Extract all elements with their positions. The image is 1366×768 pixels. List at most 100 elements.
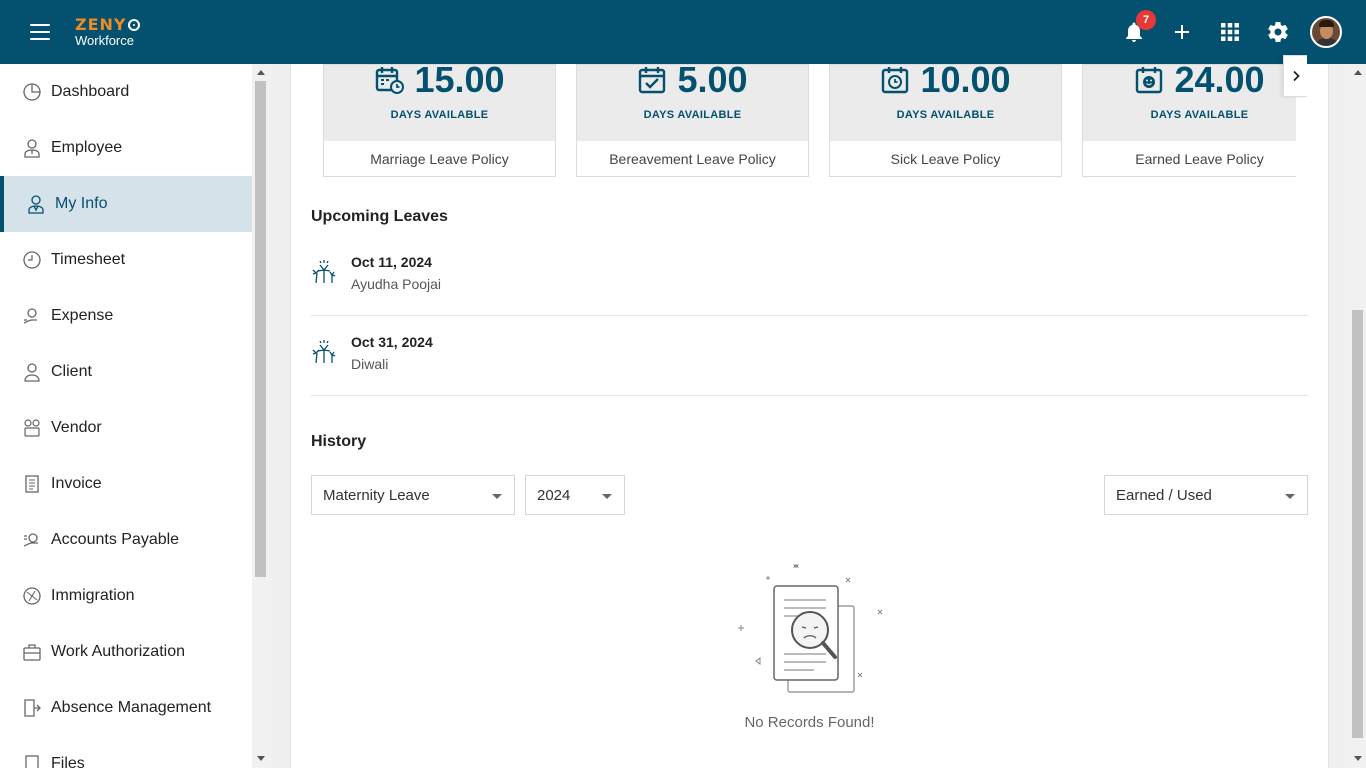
leave-card-bereavement[interactable]: 5.00 DAYS AVAILABLE Bereavement Leave Po… [576,59,809,177]
leave-policy-name: Earned Leave Policy [1135,151,1264,167]
upcoming-leave-item: Oct 11, 2024 Ayudha Poojai [311,236,1308,316]
leave-name: Diwali [351,356,389,372]
main-scrollbar-thumb[interactable] [1352,310,1363,738]
chevron-down-icon [492,494,502,499]
leave-balance-value: 15.00 [414,59,505,100]
leave-date: Oct 31, 2024 [351,334,433,350]
calendar-check-icon [639,67,666,94]
days-available-label: DAYS AVAILABLE [1150,109,1249,121]
logo-text: ZENY [75,15,127,34]
leave-policy-name: Bereavement Leave Policy [609,151,776,167]
employee-icon [24,139,40,158]
sidebar-item-label: Dashboard [51,83,130,100]
leave-type-value: Maternity Leave [323,487,430,504]
timesheet-icon [23,251,41,269]
sidebar-scrollbar-thumb[interactable] [255,81,266,577]
leave-balance-value: 5.00 [677,59,748,100]
sidebar-item-employee[interactable]: Employee [0,120,252,176]
chevron-down-icon [602,494,612,499]
leave-date: Oct 11, 2024 [351,254,432,270]
fireworks-icon [312,260,336,284]
sidebar-item-dashboard[interactable]: Dashboard [0,64,252,120]
leave-type-select[interactable]: Maternity Leave [311,475,515,515]
leave-card-sick[interactable]: 10.00 DAYS AVAILABLE Sick Leave Policy [829,59,1062,177]
leave-balance-value: 10.00 [920,59,1011,100]
leave-policy-name: Marriage Leave Policy [370,151,509,167]
scroll-up-arrow-icon[interactable] [1354,70,1362,75]
logo-mark-icon [127,19,140,31]
calendar-clock-icon [376,67,405,94]
scroll-down-arrow-icon[interactable] [1354,756,1362,761]
sidebar-item-label: Absence Management [51,699,212,716]
sidebar-item-label: Immigration [51,587,135,604]
no-records-text: No Records Found! [744,714,875,731]
settings-gear-icon[interactable] [1266,20,1290,44]
sidebar-item-invoice[interactable]: Invoice [0,456,252,512]
top-bar: ZENY Workforce 7 [0,0,1366,64]
calendar-smile-icon [1136,67,1163,94]
notification-badge: 7 [1136,10,1156,30]
dashboard-icon [23,83,41,101]
leave-policy-name: Sick Leave Policy [890,151,1001,167]
days-available-label: DAYS AVAILABLE [896,109,995,121]
sidebar-item-label: Client [51,363,92,380]
user-avatar[interactable] [1310,16,1342,48]
sidebar-item-client[interactable]: Client [0,344,252,400]
scroll-up-arrow-icon[interactable] [257,70,265,75]
calendar-clock-icon [882,67,909,94]
sidebar-item-label: My Info [55,195,108,212]
scroll-down-arrow-icon[interactable] [257,756,265,761]
sidebar-item-label: Accounts Payable [51,531,180,548]
logo-subtext: Workforce [75,33,134,48]
sidebar-item-expense[interactable]: Expense [0,288,252,344]
upcoming-leave-item: Oct 31, 2024 Diwali [311,316,1308,396]
sidebar-item-work-authorization[interactable]: Work Authorization [0,624,252,680]
leave-name: Ayudha Poojai [351,276,442,292]
earned-used-value: Earned / Used [1116,487,1212,504]
sidebar-item-immigration[interactable]: Immigration [0,568,252,624]
sidebar-item-label: Employee [51,139,123,156]
year-select[interactable]: 2024 [525,475,625,515]
fireworks-icon [312,340,336,364]
no-records-illustration-icon [738,564,883,693]
hamburger-menu-icon[interactable] [30,24,50,40]
chevron-right-icon [1292,70,1300,82]
sidebar-item-vendor[interactable]: Vendor [0,400,252,456]
sidebar-item-label: Expense [51,307,114,324]
expense-icon [23,308,37,324]
my-info-icon [28,195,44,214]
absence-management-icon [24,699,41,717]
sidebar-item-timesheet[interactable]: Timesheet [0,232,252,288]
sidebar-item-label: Timesheet [51,251,126,268]
sidebar-item-label: Files [51,755,85,768]
add-icon[interactable] [1170,20,1194,44]
work-authorization-icon [23,644,41,661]
carousel-next-button[interactable] [1283,55,1307,97]
leave-card-earned[interactable]: 24.00 DAYS AVAILABLE Earned Leave Policy [1082,59,1296,177]
apps-grid-icon[interactable] [1218,20,1242,44]
sidebar-item-absence-management[interactable]: Absence Management [0,680,252,736]
accounts-payable-icon [23,533,38,547]
sidebar-item-accounts-payable[interactable]: Accounts Payable [0,512,252,568]
sidebar-item-my-info[interactable]: My Info [0,176,252,232]
vendor-icon [24,419,40,437]
days-available-label: DAYS AVAILABLE [390,109,489,121]
files-icon [25,755,39,768]
app-logo[interactable]: ZENY Workforce [75,17,140,47]
leave-balance-value: 24.00 [1174,59,1265,100]
sidebar-item-label: Invoice [51,475,102,492]
upcoming-leaves-title: Upcoming Leaves [311,208,448,225]
earned-used-select[interactable]: Earned / Used [1104,475,1308,515]
invoice-icon [25,475,39,493]
immigration-icon [23,587,41,605]
sidebar: Dashboard Employee My Info Timesheet Exp… [0,64,252,768]
leave-card-marriage[interactable]: 15.00 DAYS AVAILABLE Marriage Leave Poli… [323,59,556,177]
sidebar-item-label: Vendor [51,419,102,436]
year-value: 2024 [537,487,571,504]
sidebar-item-label: Work Authorization [51,643,185,660]
chevron-down-icon [1285,494,1295,499]
sidebar-item-files[interactable]: Files [0,736,252,768]
client-icon [24,363,40,382]
history-title: History [311,433,367,450]
days-available-label: DAYS AVAILABLE [643,109,742,121]
